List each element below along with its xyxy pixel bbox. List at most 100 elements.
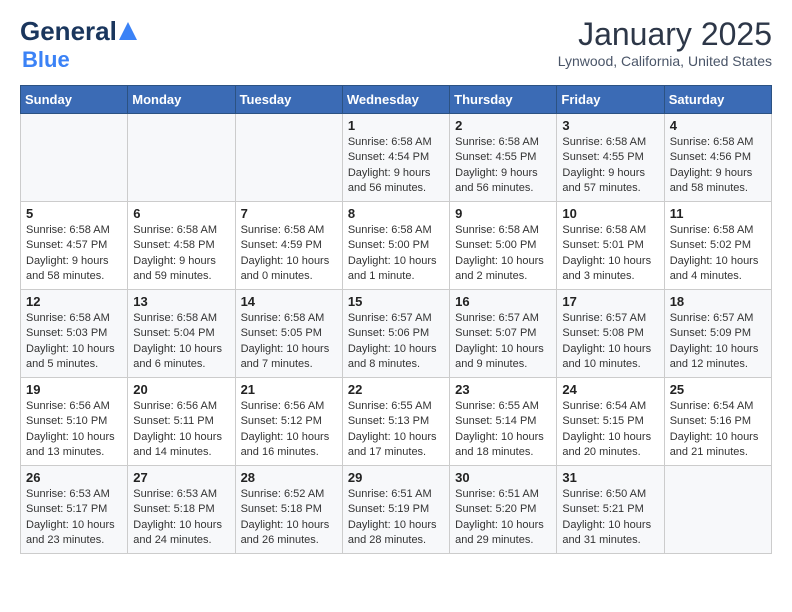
day-cell: 20Sunrise: 6:56 AM Sunset: 5:11 PM Dayli…	[128, 378, 235, 466]
day-info: Sunrise: 6:54 AM Sunset: 5:15 PM Dayligh…	[562, 399, 658, 461]
day-info: Sunrise: 6:57 AM Sunset: 5:07 PM Dayligh…	[455, 311, 551, 373]
day-cell: 19 Sunrise: 6:56 AM Sunset: 5:10 PM Dayli…	[21, 378, 128, 466]
day-info: Sunrise: 6:57 AM Sunset: 5:06 PM Dayligh…	[348, 311, 444, 373]
day-cell: 12Sunrise: 6:58 AM Sunset: 5:03 PM Dayli…	[21, 290, 128, 378]
day-cell: 17 Sunrise: 6:57 AM Sunset: 5:08 PM Dayli…	[557, 290, 664, 378]
day-number: 16	[455, 294, 551, 309]
day-cell: 13 Sunrise: 6:58 AM Sunset: 5:04 PM Dayli…	[128, 290, 235, 378]
day-cell: 10 Sunrise: 6:58 AM Sunset: 5:01 PM Dayli…	[557, 202, 664, 290]
day-info: Sunrise: 6:57 AM Sunset: 5:08 PM Dayligh…	[562, 311, 658, 373]
day-info: Sunrise: 6:56 AM Sunset: 5:10 PM Dayligh…	[26, 399, 122, 461]
day-cell: 8Sunrise: 6:58 AM Sunset: 5:00 PM Daylig…	[342, 202, 449, 290]
day-number: 24	[562, 382, 658, 397]
day-cell: 5 Sunrise: 6:58 AM Sunset: 4:57 PM Daylig…	[21, 202, 128, 290]
day-info: Sunrise: 6:58 AM Sunset: 5:00 PM Dayligh…	[455, 223, 551, 285]
day-info: Sunrise: 6:51 AM Sunset: 5:19 PM Dayligh…	[348, 487, 444, 549]
day-info: Sunrise: 6:58 AM Sunset: 4:55 PM Dayligh…	[455, 135, 551, 197]
day-cell: 7Sunrise: 6:58 AM Sunset: 4:59 PM Daylig…	[235, 202, 342, 290]
day-cell	[664, 466, 771, 554]
day-number: 6	[133, 206, 229, 221]
day-cell: 1Sunrise: 6:58 AM Sunset: 4:54 PM Daylig…	[342, 114, 449, 202]
day-info: Sunrise: 6:58 AM Sunset: 5:04 PM Dayligh…	[133, 311, 229, 373]
day-cell: 31 Sunrise: 6:50 AM Sunset: 5:21 PM Dayli…	[557, 466, 664, 554]
day-cell: 26 Sunrise: 6:53 AM Sunset: 5:17 PM Dayli…	[21, 466, 128, 554]
day-info: Sunrise: 6:52 AM Sunset: 5:18 PM Dayligh…	[241, 487, 337, 549]
day-cell: 18 Sunrise: 6:57 AM Sunset: 5:09 PM Dayli…	[664, 290, 771, 378]
day-cell: 22 Sunrise: 6:55 AM Sunset: 5:13 PM Dayli…	[342, 378, 449, 466]
day-info: Sunrise: 6:58 AM Sunset: 4:57 PM Dayligh…	[26, 223, 122, 285]
day-info: Sunrise: 6:50 AM Sunset: 5:21 PM Dayligh…	[562, 487, 658, 549]
day-info: Sunrise: 6:56 AM Sunset: 5:12 PM Dayligh…	[241, 399, 337, 461]
day-number: 31	[562, 470, 658, 485]
day-info: Sunrise: 6:58 AM Sunset: 5:03 PM Dayligh…	[26, 311, 122, 373]
col-friday: Friday	[557, 86, 664, 114]
day-number: 29	[348, 470, 444, 485]
day-number: 4	[670, 118, 766, 133]
page-header: General Blue January 2025 Lynwood, Calif…	[20, 16, 772, 73]
day-info: Sunrise: 6:57 AM Sunset: 5:09 PM Dayligh…	[670, 311, 766, 373]
day-number: 13	[133, 294, 229, 309]
day-number: 30	[455, 470, 551, 485]
day-info: Sunrise: 6:58 AM Sunset: 4:59 PM Dayligh…	[241, 223, 337, 285]
day-info: Sunrise: 6:51 AM Sunset: 5:20 PM Dayligh…	[455, 487, 551, 549]
day-info: Sunrise: 6:58 AM Sunset: 4:58 PM Dayligh…	[133, 223, 229, 285]
week-row-3: 12Sunrise: 6:58 AM Sunset: 5:03 PM Dayli…	[21, 290, 772, 378]
day-number: 10	[562, 206, 658, 221]
day-cell: 6 Sunrise: 6:58 AM Sunset: 4:58 PM Daylig…	[128, 202, 235, 290]
day-info: Sunrise: 6:58 AM Sunset: 5:01 PM Dayligh…	[562, 223, 658, 285]
title-block: January 2025 Lynwood, California, United…	[558, 16, 772, 69]
col-monday: Monday	[128, 86, 235, 114]
day-cell: 27Sunrise: 6:53 AM Sunset: 5:18 PM Dayli…	[128, 466, 235, 554]
day-info: Sunrise: 6:58 AM Sunset: 4:56 PM Dayligh…	[670, 135, 766, 197]
day-number: 18	[670, 294, 766, 309]
logo-blue-text: Blue	[22, 47, 70, 72]
day-number: 23	[455, 382, 551, 397]
day-number: 28	[241, 470, 337, 485]
day-cell	[128, 114, 235, 202]
day-info: Sunrise: 6:58 AM Sunset: 5:00 PM Dayligh…	[348, 223, 444, 285]
day-cell	[235, 114, 342, 202]
day-number: 25	[670, 382, 766, 397]
logo-triangle-icon	[119, 22, 137, 40]
col-tuesday: Tuesday	[235, 86, 342, 114]
day-cell: 16 Sunrise: 6:57 AM Sunset: 5:07 PM Dayli…	[450, 290, 557, 378]
day-number: 17	[562, 294, 658, 309]
day-number: 3	[562, 118, 658, 133]
week-row-4: 19 Sunrise: 6:56 AM Sunset: 5:10 PM Dayli…	[21, 378, 772, 466]
day-number: 20	[133, 382, 229, 397]
day-cell: 3 Sunrise: 6:58 AM Sunset: 4:55 PM Daylig…	[557, 114, 664, 202]
day-cell: 21Sunrise: 6:56 AM Sunset: 5:12 PM Dayli…	[235, 378, 342, 466]
day-cell: 24 Sunrise: 6:54 AM Sunset: 5:15 PM Dayli…	[557, 378, 664, 466]
day-number: 22	[348, 382, 444, 397]
day-cell: 2 Sunrise: 6:58 AM Sunset: 4:55 PM Daylig…	[450, 114, 557, 202]
day-cell: 25Sunrise: 6:54 AM Sunset: 5:16 PM Dayli…	[664, 378, 771, 466]
day-number: 2	[455, 118, 551, 133]
day-number: 9	[455, 206, 551, 221]
day-cell: 29 Sunrise: 6:51 AM Sunset: 5:19 PM Dayli…	[342, 466, 449, 554]
day-info: Sunrise: 6:53 AM Sunset: 5:18 PM Dayligh…	[133, 487, 229, 549]
logo-general-text: General	[20, 16, 117, 47]
location-text: Lynwood, California, United States	[558, 53, 772, 69]
day-number: 14	[241, 294, 337, 309]
week-row-2: 5 Sunrise: 6:58 AM Sunset: 4:57 PM Daylig…	[21, 202, 772, 290]
week-row-5: 26 Sunrise: 6:53 AM Sunset: 5:17 PM Dayli…	[21, 466, 772, 554]
week-row-1: 1Sunrise: 6:58 AM Sunset: 4:54 PM Daylig…	[21, 114, 772, 202]
logo: General Blue	[20, 16, 137, 73]
col-thursday: Thursday	[450, 86, 557, 114]
day-cell: 23 Sunrise: 6:55 AM Sunset: 5:14 PM Dayli…	[450, 378, 557, 466]
day-info: Sunrise: 6:55 AM Sunset: 5:14 PM Dayligh…	[455, 399, 551, 461]
day-cell: 28 Sunrise: 6:52 AM Sunset: 5:18 PM Dayli…	[235, 466, 342, 554]
day-number: 5	[26, 206, 122, 221]
day-info: Sunrise: 6:58 AM Sunset: 4:55 PM Dayligh…	[562, 135, 658, 197]
col-saturday: Saturday	[664, 86, 771, 114]
col-wednesday: Wednesday	[342, 86, 449, 114]
day-info: Sunrise: 6:55 AM Sunset: 5:13 PM Dayligh…	[348, 399, 444, 461]
day-number: 26	[26, 470, 122, 485]
day-info: Sunrise: 6:53 AM Sunset: 5:17 PM Dayligh…	[26, 487, 122, 549]
month-title: January 2025	[558, 16, 772, 53]
day-info: Sunrise: 6:58 AM Sunset: 5:02 PM Dayligh…	[670, 223, 766, 285]
day-number: 19	[26, 382, 122, 397]
day-cell: 14Sunrise: 6:58 AM Sunset: 5:05 PM Dayli…	[235, 290, 342, 378]
day-cell: 4 Sunrise: 6:58 AM Sunset: 4:56 PM Daylig…	[664, 114, 771, 202]
day-cell: 15Sunrise: 6:57 AM Sunset: 5:06 PM Dayli…	[342, 290, 449, 378]
